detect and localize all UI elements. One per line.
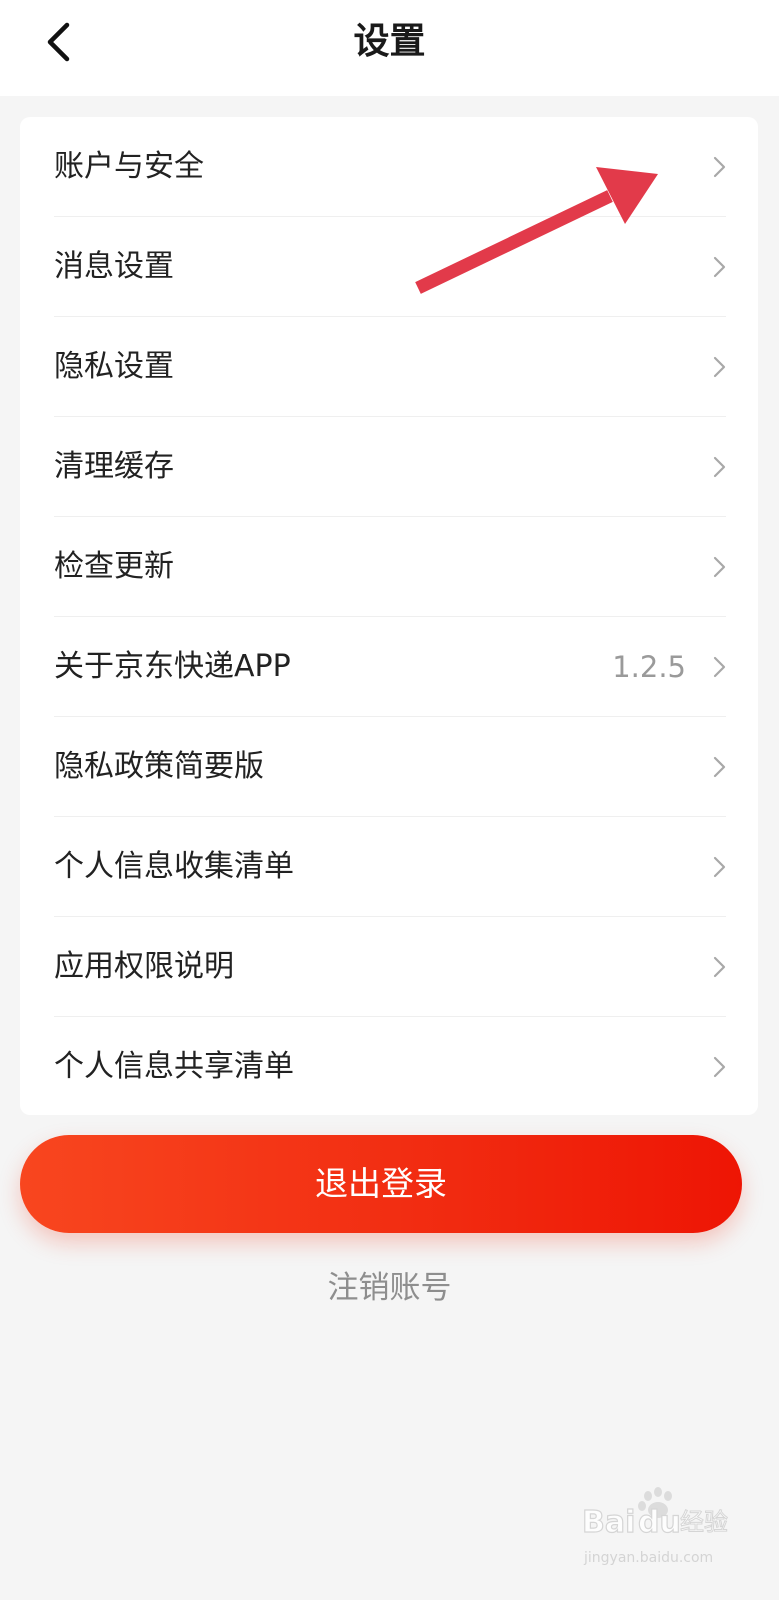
settings-item-privacy-policy-brief[interactable]: 隐私政策简要版 [20,717,758,817]
chevron-right-icon [713,856,726,878]
settings-item-privacy-settings[interactable]: 隐私设置 [20,317,758,417]
settings-item-label: 关于京东快递APP [54,649,291,684]
svg-text:经验: 经验 [680,1508,728,1536]
svg-text:Bai: Bai [582,1505,635,1540]
chevron-right-icon [713,1056,726,1078]
logout-button[interactable]: 退出登录 [20,1135,742,1233]
svg-text:jingyan.baidu.com: jingyan.baidu.com [583,1550,713,1566]
settings-item-label: 个人信息共享清单 [54,1049,294,1084]
chevron-right-icon [713,456,726,478]
chevron-right-icon [713,956,726,978]
settings-item-personal-info-sharing[interactable]: 个人信息共享清单 [20,1017,758,1117]
settings-item-label: 检查更新 [54,549,174,584]
settings-item-label: 消息设置 [54,249,174,284]
settings-item-label: 隐私设置 [54,349,174,384]
page-title: 设置 [353,21,426,62]
chevron-right-icon [713,356,726,378]
chevron-right-icon [713,256,726,278]
red-arrow-icon [415,167,658,294]
settings-item-label: 账户与安全 [54,149,204,184]
settings-item-label: 个人信息收集清单 [54,849,294,884]
app-version-value: 1.2.5 [612,650,686,684]
settings-item-label: 隐私政策简要版 [54,749,264,784]
chevron-right-icon [713,656,726,678]
settings-item-check-update[interactable]: 检查更新 [20,517,758,617]
baidu-jingyan-watermark: Bai du 经验 jingyan.baidu.com [581,1487,729,1566]
settings-item-label: 清理缓存 [54,449,174,484]
top-nav-bar: 设置 [0,0,779,96]
svg-text:du: du [638,1505,681,1540]
settings-item-app-permissions[interactable]: 应用权限说明 [20,917,758,1017]
deregister-account-link[interactable]: 注销账号 [0,1258,779,1318]
settings-item-about-app[interactable]: 关于京东快递APP 1.2.5 [20,617,758,717]
settings-item-clear-cache[interactable]: 清理缓存 [20,417,758,517]
chevron-right-icon [713,756,726,778]
chevron-right-icon [713,556,726,578]
chevron-right-icon [713,156,726,178]
settings-item-personal-info-collection[interactable]: 个人信息收集清单 [20,817,758,917]
settings-item-label: 应用权限说明 [54,949,234,984]
